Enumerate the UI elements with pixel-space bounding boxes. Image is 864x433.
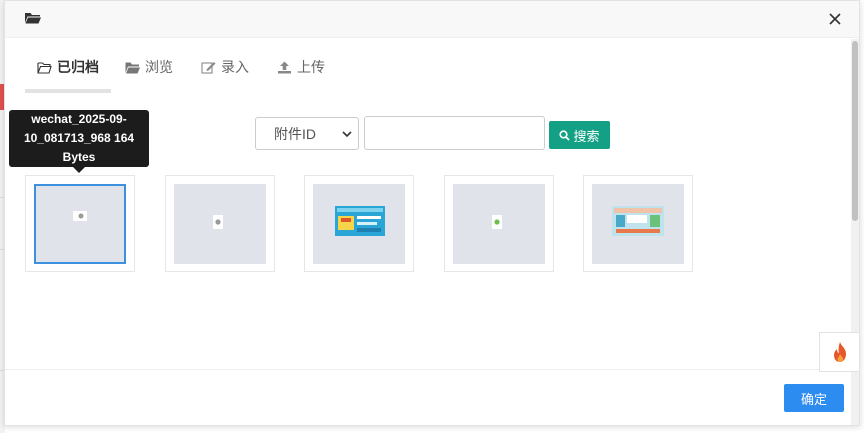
thumbnail-image <box>174 184 266 264</box>
tab-upload[interactable]: 上传 <box>277 39 325 95</box>
dialog-header <box>5 1 859 38</box>
thumbnail-image <box>453 184 545 264</box>
thumbnail-image <box>313 184 405 264</box>
tab-archived[interactable]: 已归档 <box>37 39 99 95</box>
tooltip-line: Bytes <box>62 150 96 164</box>
image-icon <box>213 215 223 229</box>
filename-tooltip: wechat_2025-09- 10_081713_968 164 Bytes <box>9 110 149 167</box>
edit-icon <box>201 61 216 74</box>
tooltip-arrow <box>73 167 85 173</box>
tooltip-line: 10_081713_968 164 <box>23 131 135 145</box>
tab-entry[interactable]: 录入 <box>201 39 249 95</box>
search-input[interactable] <box>364 116 545 150</box>
search-button-label: 搜索 <box>573 128 600 144</box>
folder-open-icon <box>25 13 41 24</box>
folder-open-icon <box>125 62 140 73</box>
folder-outline-icon <box>37 61 52 74</box>
scrollbar-thumb[interactable] <box>852 41 858 221</box>
fire-icon <box>833 342 846 362</box>
image-icon <box>73 211 87 221</box>
active-tab-underline <box>25 89 111 93</box>
tab-label: 浏览 <box>145 59 173 75</box>
poster-image <box>612 206 664 236</box>
upload-icon <box>278 61 291 73</box>
tab-browse[interactable]: 浏览 <box>125 39 173 95</box>
search-field-select[interactable]: 附件ID <box>255 117 359 150</box>
attachment-picker-dialog: 已归档 浏览 录入 上传 附件ID 搜索 确定 <box>4 0 860 426</box>
search-icon <box>559 129 571 141</box>
tooltip-line: wechat_2025-09- <box>31 112 127 126</box>
close-icon[interactable] <box>825 9 845 29</box>
thumbnail-image <box>592 184 684 264</box>
select-value: 附件ID <box>274 125 316 142</box>
attachment-thumbnail[interactable] <box>25 175 135 272</box>
attachment-thumbnail[interactable] <box>444 175 554 272</box>
footer-divider <box>5 369 851 370</box>
thumbnail-image <box>34 184 126 264</box>
image-icon <box>492 215 502 229</box>
tab-label: 录入 <box>221 59 249 75</box>
confirm-button-label: 确定 <box>800 391 827 407</box>
confirm-button[interactable]: 确定 <box>784 384 844 412</box>
tab-label: 已归档 <box>57 59 99 75</box>
attachment-thumbnail[interactable] <box>583 175 693 272</box>
poster-image <box>335 206 385 236</box>
tab-label: 上传 <box>297 59 325 75</box>
search-button[interactable]: 搜索 <box>549 121 610 149</box>
hot-button[interactable] <box>819 332 859 372</box>
attachment-thumbnail[interactable] <box>304 175 414 272</box>
chevron-down-icon <box>342 131 352 138</box>
attachment-thumbnail[interactable] <box>165 175 275 272</box>
